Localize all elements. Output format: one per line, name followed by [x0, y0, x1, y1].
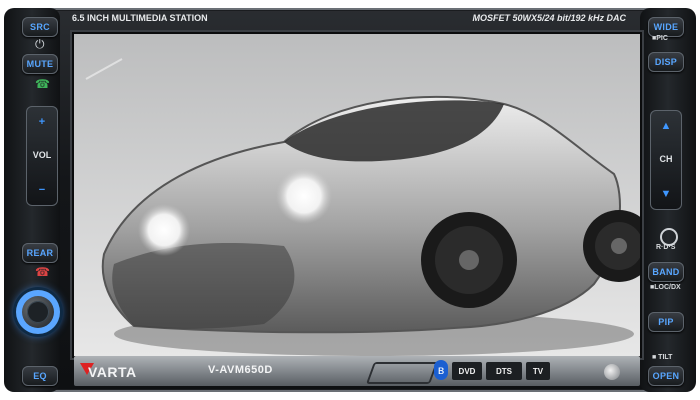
channel-label: CH — [659, 154, 673, 164]
brand-name: VARTA — [88, 364, 137, 380]
tilt-label: ■ TILT — [652, 354, 673, 361]
rds-label: R·D·S — [656, 244, 676, 251]
channel-up-button[interactable]: ▲ — [650, 120, 682, 132]
volume-label: VOL — [32, 150, 52, 160]
phone-icon: ☎ — [35, 77, 50, 91]
device-spec: MOSFET 50WX5/24 bit/192 kHz DAC — [472, 13, 626, 23]
src-button[interactable]: SRC — [22, 17, 58, 37]
bottom-bar — [74, 356, 640, 386]
display-screen — [74, 34, 640, 356]
disc-slot — [365, 362, 439, 384]
phone-hangup-icon: ☎ — [35, 265, 50, 279]
ir-sensor — [604, 364, 620, 380]
dvd-logo: DVD — [452, 362, 482, 380]
tv-logo: TV — [526, 362, 550, 380]
knob-center — [27, 301, 49, 323]
volume-up-button[interactable]: + — [26, 116, 58, 128]
band-button[interactable]: BAND — [648, 262, 684, 282]
eq-button[interactable]: EQ — [22, 366, 58, 386]
bluetooth-icon: ʙ — [434, 360, 448, 380]
pic-label: ■PIC — [652, 35, 668, 42]
open-button[interactable]: OPEN — [648, 366, 684, 386]
volume-down-button[interactable]: − — [26, 184, 58, 196]
model-name: V-AVM650D — [208, 364, 273, 376]
car-image — [74, 34, 640, 356]
mute-button[interactable]: MUTE — [22, 54, 58, 74]
channel-down-button[interactable]: ▼ — [650, 188, 682, 200]
rear-button[interactable]: REAR — [22, 243, 58, 263]
disp-button[interactable]: DISP — [648, 52, 684, 72]
pip-button[interactable]: PIP — [648, 312, 684, 332]
device-title: 6.5 INCH MULTIMEDIA STATION — [72, 13, 208, 23]
channel-panel: ▲ CH ▼ — [650, 110, 682, 210]
volume-panel: + VOL − — [26, 106, 58, 206]
dts-logo: DTS — [486, 362, 522, 380]
loc-dx-label: ■LOC/DX — [650, 284, 681, 291]
power-icon: ⏻ — [35, 37, 45, 51]
wide-button[interactable]: WIDE — [648, 17, 684, 37]
